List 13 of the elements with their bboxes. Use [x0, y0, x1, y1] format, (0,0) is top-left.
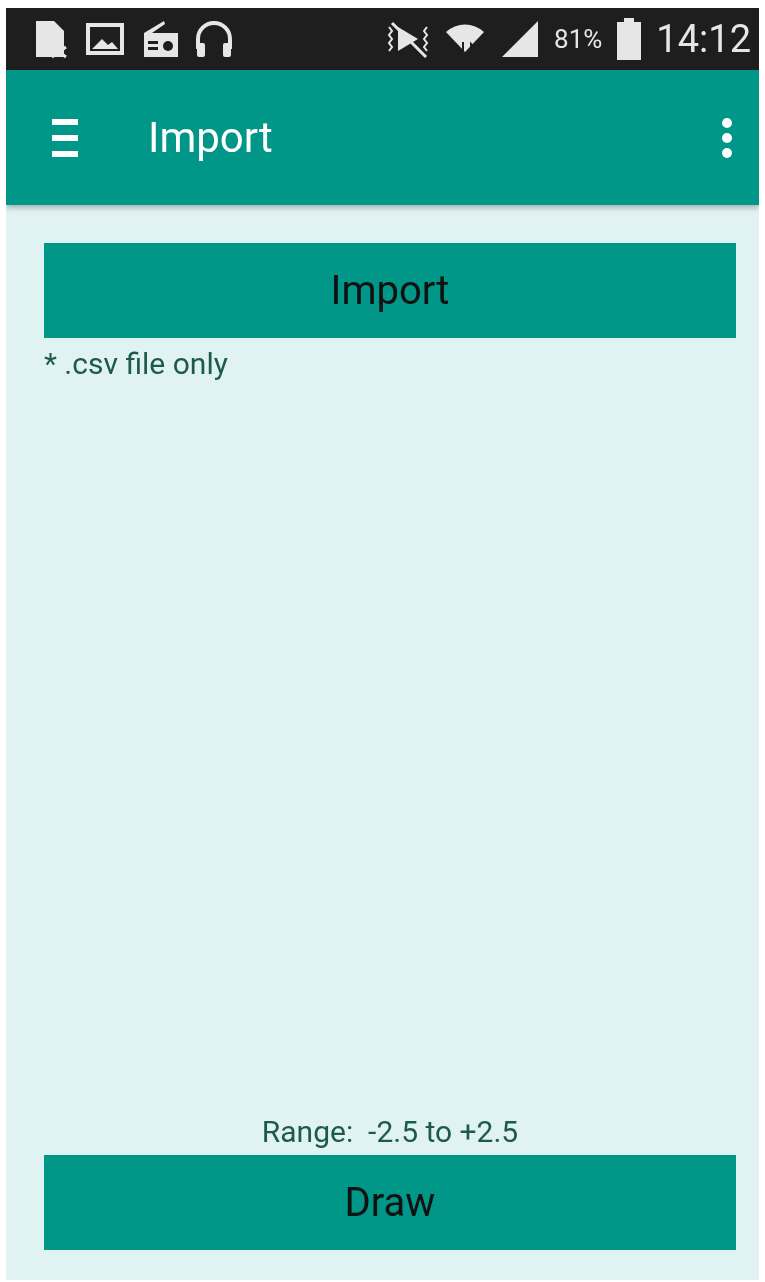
menu-icon[interactable]: [52, 118, 78, 157]
file-type-note: * .csv file only: [44, 346, 228, 381]
range-label: Range: -2.5 to +2.5: [261, 1114, 519, 1149]
headphones-icon: [194, 19, 234, 59]
draw-button[interactable]: Draw: [44, 1155, 736, 1250]
import-button[interactable]: Import: [44, 243, 736, 338]
signal-icon: [500, 19, 541, 59]
battery-icon: [616, 18, 643, 60]
clock-time: 14:12: [656, 17, 751, 61]
app-bar-title: Import: [148, 113, 274, 162]
image-icon: [84, 21, 126, 57]
more-options-icon[interactable]: [721, 117, 733, 158]
battery-percentage: 81%: [554, 24, 603, 54]
